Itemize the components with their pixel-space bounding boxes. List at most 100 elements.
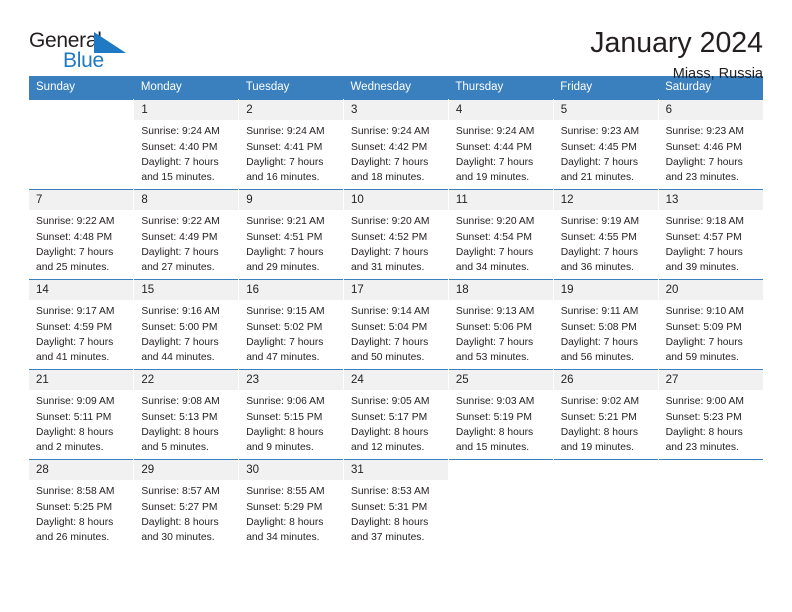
sunrise-time: Sunrise: 9:03 AM <box>455 396 535 408</box>
calendar-day-cell[interactable]: 2 Sunrise: 9:24 AM Sunset: 4:41 PM Daylight… <box>238 99 345 190</box>
sun-info: Sunrise: 9:11 AM Sunset: 5:08 PM Daylight:… <box>554 300 658 365</box>
sunrise-time: Sunrise: 9:24 AM <box>351 126 430 138</box>
calendar-day-cell[interactable]: 7 Sunrise: 9:22 AM Sunset: 4:48 PM Daylight… <box>29 189 135 280</box>
calendar-day-cell[interactable]: 5 Sunrise: 9:23 AM Sunset: 4:45 PM Daylight… <box>553 99 659 190</box>
calendar-day-cell[interactable]: 11 Sunrise: 9:20 AM Sunset: 4:54 PM Dayligh… <box>448 189 554 280</box>
sunrise-time: Sunrise: 9:10 AM <box>665 306 744 318</box>
calendar-day-cell[interactable]: 20 Sunrise: 9:10 AM Sunset: 5:09 PM Dayligh… <box>658 279 763 370</box>
sunrise-time: Sunrise: 9:24 AM <box>246 126 325 138</box>
calendar-day-cell[interactable]: 1 Sunrise: 9:24 AM Sunset: 4:40 PM Daylight… <box>133 99 240 190</box>
sunrise-time: Sunrise: 9:18 AM <box>665 216 744 228</box>
calendar-day-cell[interactable]: 25 Sunrise: 9:03 AM Sunset: 5:19 PM Dayligh… <box>448 369 554 460</box>
day-number: 6 <box>658 100 763 121</box>
calendar-day-cell[interactable]: 29 Sunrise: 8:57 AM Sunset: 5:27 PM Dayligh… <box>133 459 240 550</box>
calendar-cell-inner: 12 Sunrise: 9:19 AM Sunset: 4:55 PM Dayligh… <box>553 190 658 279</box>
calendar-day-cell[interactable]: 21 Sunrise: 9:09 AM Sunset: 5:11 PM Dayligh… <box>29 369 135 460</box>
daylight-duration-line2: and 21 minutes. <box>560 172 634 184</box>
calendar-day-cell[interactable]: 14 Sunrise: 9:17 AM Sunset: 4:59 PM Dayligh… <box>29 279 135 370</box>
page-header: General Blue January 2024 Miass, Russia <box>29 0 763 82</box>
day-number: 9 <box>239 190 344 211</box>
day-number: 13 <box>658 190 763 211</box>
daylight-duration-line2: and 31 minutes. <box>351 262 425 274</box>
calendar-day-cell[interactable]: 16 Sunrise: 9:15 AM Sunset: 5:02 PM Dayligh… <box>238 279 345 370</box>
sunrise-time: Sunrise: 9:11 AM <box>560 306 639 318</box>
calendar-day-cell[interactable]: 8 Sunrise: 9:22 AM Sunset: 4:49 PM Daylight… <box>133 189 240 280</box>
sunset-time: Sunset: 5:09 PM <box>665 321 742 333</box>
sunrise-time: Sunrise: 9:16 AM <box>141 306 220 318</box>
daylight-duration-line1: Daylight: 7 hours <box>455 156 534 168</box>
day-number: 26 <box>553 370 658 391</box>
daylight-duration-line1: Daylight: 8 hours <box>36 516 114 528</box>
calendar-day-cell[interactable]: 3 Sunrise: 9:24 AM Sunset: 4:42 PM Daylight… <box>343 99 449 190</box>
calendar-day-cell[interactable]: 24 Sunrise: 9:05 AM Sunset: 5:17 PM Dayligh… <box>343 369 449 460</box>
calendar-day-cell[interactable]: 9 Sunrise: 9:21 AM Sunset: 4:51 PM Daylight… <box>238 189 345 280</box>
daylight-duration-line2: and 23 minutes. <box>665 172 739 184</box>
calendar-day-cell[interactable]: 22 Sunrise: 9:08 AM Sunset: 5:13 PM Dayligh… <box>133 369 240 460</box>
sunrise-time: Sunrise: 9:09 AM <box>36 396 115 408</box>
sunset-time: Sunset: 5:13 PM <box>141 411 218 423</box>
sunset-time: Sunset: 5:15 PM <box>246 411 323 423</box>
daylight-duration-line2: and 2 minutes. <box>36 442 104 454</box>
sunset-time: Sunset: 4:45 PM <box>560 141 637 153</box>
sunset-time: Sunset: 5:17 PM <box>351 411 428 423</box>
day-number <box>658 460 763 479</box>
sun-info: Sunrise: 9:23 AM Sunset: 4:45 PM Daylight:… <box>554 120 658 185</box>
calendar-cell-inner <box>553 460 658 550</box>
calendar-day-cell[interactable]: 12 Sunrise: 9:19 AM Sunset: 4:55 PM Dayligh… <box>553 189 659 280</box>
calendar-day-cell[interactable]: 31 Sunrise: 8:53 AM Sunset: 5:31 PM Dayligh… <box>343 459 449 550</box>
calendar-day-cell[interactable]: 15 Sunrise: 9:16 AM Sunset: 5:00 PM Dayligh… <box>133 279 240 370</box>
sunrise-time: Sunrise: 9:24 AM <box>455 126 535 138</box>
daylight-duration-line1: Daylight: 7 hours <box>665 246 743 258</box>
daylight-duration-line1: Daylight: 7 hours <box>141 156 219 168</box>
location-label: Miass, Russia <box>672 65 763 82</box>
calendar-cell-inner: 8 Sunrise: 9:22 AM Sunset: 4:49 PM Daylight… <box>134 190 239 279</box>
calendar-day-cell[interactable]: 19 Sunrise: 9:11 AM Sunset: 5:08 PM Dayligh… <box>553 279 659 370</box>
brand-name-general: General <box>29 29 102 52</box>
day-number: 24 <box>344 370 448 391</box>
calendar-day-cell[interactable]: 27 Sunrise: 9:00 AM Sunset: 5:23 PM Dayligh… <box>658 369 763 460</box>
day-number: 1 <box>134 100 239 121</box>
sun-info: Sunrise: 9:06 AM Sunset: 5:15 PM Daylight:… <box>239 390 343 455</box>
calendar-day-cell[interactable]: 23 Sunrise: 9:06 AM Sunset: 5:15 PM Dayligh… <box>238 369 345 460</box>
daylight-duration-line1: Daylight: 8 hours <box>560 426 638 438</box>
sunset-time: Sunset: 4:52 PM <box>351 231 428 243</box>
sun-info: Sunrise: 9:13 AM Sunset: 5:06 PM Daylight:… <box>449 300 553 365</box>
sun-info: Sunrise: 9:00 AM Sunset: 5:23 PM Daylight:… <box>659 390 763 455</box>
day-number: 27 <box>658 370 763 391</box>
page-title: January 2024 <box>590 27 763 59</box>
calendar-cell-inner: 15 Sunrise: 9:16 AM Sunset: 5:00 PM Dayligh… <box>134 280 239 369</box>
calendar-day-cell[interactable]: 30 Sunrise: 8:55 AM Sunset: 5:29 PM Dayligh… <box>238 459 345 550</box>
calendar-cell-inner <box>448 460 553 550</box>
sun-info: Sunrise: 8:55 AM Sunset: 5:29 PM Daylight:… <box>239 480 343 545</box>
calendar-day-cell[interactable]: 26 Sunrise: 9:02 AM Sunset: 5:21 PM Dayligh… <box>553 369 659 460</box>
sunrise-time: Sunrise: 9:02 AM <box>560 396 640 408</box>
daylight-duration-line1: Daylight: 7 hours <box>665 336 743 348</box>
sunset-time: Sunset: 4:55 PM <box>560 231 637 243</box>
sun-info: Sunrise: 8:58 AM Sunset: 5:25 PM Daylight:… <box>29 480 133 545</box>
calendar-cell-empty <box>448 459 554 550</box>
calendar-day-cell[interactable]: 6 Sunrise: 9:23 AM Sunset: 4:46 PM Daylight… <box>658 99 763 190</box>
sunrise-time: Sunrise: 9:14 AM <box>351 306 430 318</box>
day-number <box>29 100 134 119</box>
sunset-time: Sunset: 4:51 PM <box>246 231 323 243</box>
daylight-duration-line2: and 19 minutes. <box>560 442 634 454</box>
sun-info: Sunrise: 9:08 AM Sunset: 5:13 PM Daylight:… <box>134 390 238 455</box>
calendar-day-cell[interactable]: 10 Sunrise: 9:20 AM Sunset: 4:52 PM Dayligh… <box>343 189 449 280</box>
calendar-cell-inner: 30 Sunrise: 8:55 AM Sunset: 5:29 PM Dayligh… <box>239 460 344 550</box>
brand-logo[interactable]: General Blue <box>29 28 139 76</box>
calendar-day-cell[interactable]: 28 Sunrise: 8:58 AM Sunset: 5:25 PM Dayligh… <box>29 459 135 550</box>
day-number: 18 <box>448 280 553 301</box>
sun-info: Sunrise: 9:09 AM Sunset: 5:11 PM Daylight:… <box>29 390 133 455</box>
sun-info: Sunrise: 9:22 AM Sunset: 4:49 PM Daylight:… <box>134 210 238 275</box>
calendar-day-cell[interactable]: 17 Sunrise: 9:14 AM Sunset: 5:04 PM Dayligh… <box>343 279 449 370</box>
sun-info: Sunrise: 9:24 AM Sunset: 4:41 PM Daylight:… <box>239 120 343 185</box>
sun-info: Sunrise: 9:14 AM Sunset: 5:04 PM Daylight:… <box>344 300 448 365</box>
sunrise-time: Sunrise: 9:20 AM <box>351 216 430 228</box>
daylight-duration-line2: and 34 minutes. <box>455 262 530 274</box>
calendar-day-cell[interactable]: 18 Sunrise: 9:13 AM Sunset: 5:06 PM Dayligh… <box>448 279 554 370</box>
daylight-duration-line2: and 36 minutes. <box>560 262 634 274</box>
day-number: 28 <box>29 460 134 481</box>
calendar-day-cell[interactable]: 13 Sunrise: 9:18 AM Sunset: 4:57 PM Dayligh… <box>658 189 763 280</box>
calendar-cell-inner: 7 Sunrise: 9:22 AM Sunset: 4:48 PM Daylight… <box>29 190 134 279</box>
calendar-day-cell[interactable]: 4 Sunrise: 9:24 AM Sunset: 4:44 PM Daylight… <box>448 99 554 190</box>
